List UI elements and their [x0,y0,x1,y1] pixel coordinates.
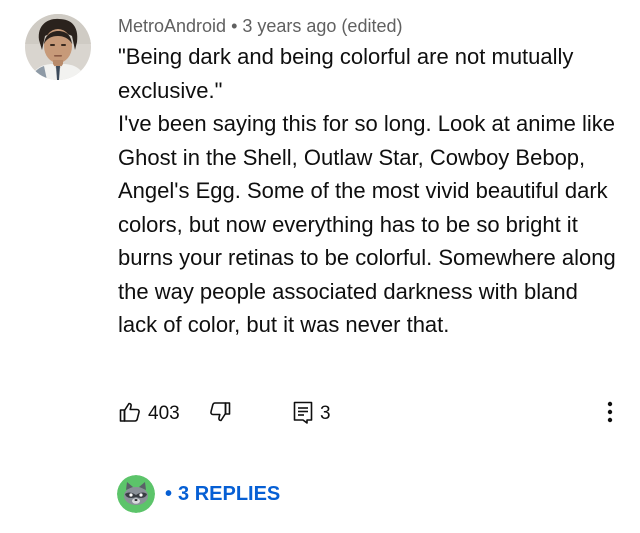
comment-timestamp[interactable]: 3 years ago (edited) [242,16,402,36]
replies-label: 3 REPLIES [178,482,281,505]
author-avatar[interactable] [25,14,91,80]
comment-meta: MetroAndroid • 3 years ago (edited) [118,14,402,38]
like-count: 403 [148,403,180,424]
author-name[interactable]: MetroAndroid [118,16,226,36]
comment-action-bar: 403 3 [118,398,628,430]
more-options-button[interactable] [598,398,622,430]
reply-count: 3 [320,403,331,424]
thumbs-up-icon [118,400,142,429]
replies-separator: • [165,482,173,505]
thumbs-down-icon [208,400,232,429]
comment-paragraph-quote: "Being dark and being colorful are not m… [118,44,574,103]
author-avatar-image [25,14,91,80]
replies-row: • 3 REPLIES [117,474,280,514]
comment-thread: MetroAndroid • 3 years ago (edited) "Being… [0,0,640,533]
raccoon-avatar-icon [117,475,155,513]
view-replies-button[interactable]: • 3 REPLIES [165,483,280,506]
comment-paragraph-main: I've been saying this for so long. Look … [118,111,616,337]
reply-comment-icon [292,400,314,429]
reply-button[interactable]: 3 [292,398,331,430]
comment-body: "Being dark and being colorful are not m… [118,40,618,342]
meta-separator: • [231,16,238,36]
like-button[interactable]: 403 [118,398,180,430]
dislike-button[interactable] [208,398,232,430]
vertical-dots-icon [607,400,613,429]
